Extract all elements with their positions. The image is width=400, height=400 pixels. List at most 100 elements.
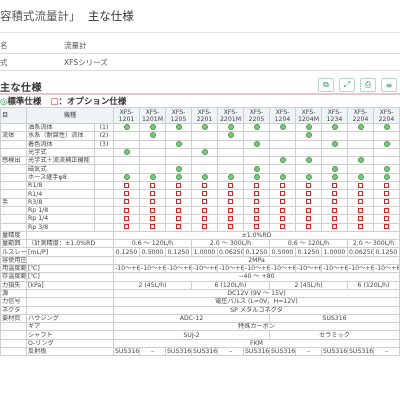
- row-number: [94, 172, 114, 183]
- spec-value: –: [139, 346, 166, 357]
- row-number: [94, 205, 114, 216]
- spec-mark-cell: [217, 189, 244, 199]
- spec-label: ルスレート: [0, 247, 27, 257]
- spec-mark-cell: [321, 205, 348, 216]
- row-label: 光学式＋流流補正機能: [26, 156, 95, 166]
- spec-mark-cell: [191, 131, 218, 141]
- spec-value: 0.1250: [295, 247, 322, 257]
- spec-value: SUS316: [269, 313, 400, 324]
- spec-mark-cell: [191, 164, 218, 174]
- model-header-cell: XFS- 2201M: [217, 107, 244, 124]
- spec-value: SUS316: [321, 346, 348, 357]
- standard-mark-icon: [279, 124, 286, 131]
- spec-value: -10〜+60: [165, 264, 192, 274]
- row-number: [94, 147, 114, 158]
- spec-table: 目機種 XFS- 1201 XFS- 1201M XFS- 1205 XFS- 2201 XFS-…: [0, 107, 400, 357]
- option-mark-icon: [280, 199, 285, 205]
- spec-row: 要材質 ハウジング ADC-12 SUS316: [0, 313, 400, 324]
- spec-mark-cell: [113, 222, 140, 232]
- model-header-cell: XFS- 1201: [113, 107, 140, 124]
- spec-mark-cell: [139, 181, 166, 191]
- spec-value: -10〜+60: [217, 264, 244, 274]
- legend: ◎標準仕様 □：オプション仕様: [0, 97, 127, 107]
- spec-label: 存温度範囲: [0, 272, 27, 282]
- spec-row: 量精度 ±1.0%RD: [0, 230, 400, 241]
- spec-value: 0.6 〜 120L/h: [113, 239, 192, 249]
- copy-icon[interactable]: ⧉: [318, 78, 334, 92]
- spec-value: 0.6 〜 120L/h: [269, 239, 348, 249]
- spec-mark-cell: [269, 205, 296, 216]
- spec-mark-cell: [269, 197, 296, 207]
- spec-mark-cell: [165, 131, 192, 141]
- spec-mark-cell: [347, 156, 374, 166]
- spec-value: –: [373, 346, 400, 357]
- spec-mark-cell: [269, 164, 296, 174]
- group-label: [0, 172, 27, 183]
- option-mark-icon: [358, 207, 363, 213]
- option-mark-icon: [332, 182, 337, 188]
- spec-value: 1.0000: [321, 247, 348, 257]
- spec-mark-cell: [269, 214, 296, 224]
- table-row: 感検出 光学式＋流流補正機能: [0, 156, 400, 166]
- option-mark-icon: [150, 191, 155, 197]
- group-label: 手: [0, 197, 27, 207]
- spec-unit: [℃]: [26, 264, 114, 274]
- spec-value: DC12V (9V 〜 15V): [113, 288, 400, 299]
- expand-icon[interactable]: ⤢: [339, 78, 355, 92]
- spec-mark-cell: [139, 156, 166, 166]
- group-label: [0, 222, 27, 232]
- model-header-cell: XFS- 2205: [243, 107, 270, 124]
- spec-mark-cell: [139, 197, 166, 207]
- spec-mark-cell: [217, 131, 244, 141]
- standard-mark-icon: [201, 149, 208, 156]
- spec-mark-cell: [321, 147, 348, 158]
- spec-label: [0, 338, 27, 349]
- print-icon[interactable]: ⎙: [360, 78, 376, 92]
- row-number: [94, 214, 114, 224]
- spec-value: 2 (45L/h): [269, 280, 348, 290]
- spec-mark-cell: [373, 222, 400, 232]
- standard-mark-icon: [175, 174, 182, 180]
- option-mark-icon: [228, 182, 233, 188]
- spec-value: 0.1250: [243, 247, 270, 257]
- standard-mark-icon: [227, 174, 234, 180]
- spec-mark-cell: [321, 122, 348, 133]
- spec-mark-cell: [243, 164, 270, 174]
- group-label: [0, 214, 27, 224]
- spec-mark-cell: [269, 172, 296, 183]
- option-mark-icon: [150, 207, 155, 213]
- standard-mark-icon: [305, 124, 312, 131]
- spec-row: 源 DC12V (9V 〜 15V): [0, 288, 400, 299]
- standard-mark-icon: [357, 174, 364, 180]
- option-mark-icon: [306, 207, 311, 213]
- spec-mark-cell: [217, 164, 244, 174]
- standard-mark-icon: [279, 174, 286, 180]
- spec-mark-cell: [113, 214, 140, 224]
- standard-mark-icon: [331, 124, 338, 131]
- model-header-cell: XFS- 1204M: [295, 107, 322, 124]
- spec-value: 0.1250: [113, 247, 140, 257]
- spec-unit: [℃]: [26, 272, 114, 282]
- menu-icon[interactable]: ≡: [381, 78, 397, 92]
- spec-mark-cell: [295, 172, 322, 183]
- spec-mark-cell: [321, 214, 348, 224]
- table-row: R1/8: [0, 181, 400, 191]
- standard-mark-icon: [201, 174, 208, 180]
- group-label: [0, 147, 27, 158]
- spec-label: ネクタ: [0, 305, 27, 315]
- spec-label: 量範囲: [0, 239, 27, 249]
- spec-mark-cell: [113, 139, 140, 149]
- spec-value: 1.0000: [191, 247, 218, 257]
- spec-mark-cell: [139, 122, 166, 133]
- spec-mark-cell: [373, 205, 400, 216]
- product-row: 名流量計: [0, 37, 400, 54]
- spec-mark-cell: [321, 172, 348, 183]
- spec-value: 0.06250: [217, 247, 244, 257]
- option-mark-icon: [254, 224, 259, 230]
- group-label: [0, 189, 27, 199]
- option-mark-icon: [176, 215, 181, 221]
- standard-mark-icon: [253, 166, 260, 172]
- spec-mark-cell: [113, 156, 140, 166]
- spec-value: -10〜+60: [295, 264, 322, 274]
- spec-mark-cell: [113, 205, 140, 216]
